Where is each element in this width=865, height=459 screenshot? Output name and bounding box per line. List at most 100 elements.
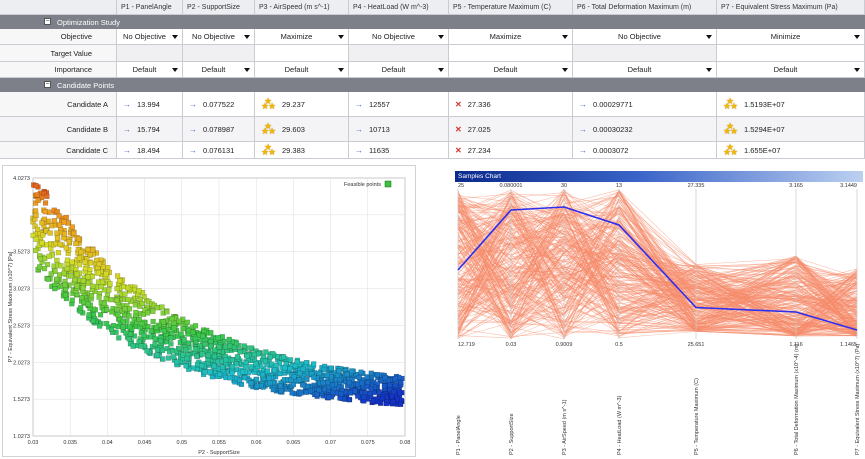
dropdown-objective-row-4[interactable]: No Objective xyxy=(349,29,449,45)
scatter-point xyxy=(42,200,49,206)
scatter-point xyxy=(277,383,284,389)
dropdown-objective-row-2[interactable]: No Objective xyxy=(183,29,255,45)
dropdown-objective-row-5[interactable]: Maximize xyxy=(449,29,573,45)
dropdown-importance-row-2[interactable]: Default xyxy=(183,62,255,78)
scatter-point xyxy=(194,353,200,359)
dropdown-importance-row-6[interactable]: Default xyxy=(573,62,717,78)
scatter-point xyxy=(80,285,86,291)
chevron-down-icon[interactable] xyxy=(854,34,860,39)
scatter-point xyxy=(90,247,96,253)
dropdown-importance-row-5[interactable]: Default xyxy=(449,62,573,78)
scatter-point xyxy=(61,231,68,237)
chevron-down-icon[interactable] xyxy=(562,67,568,72)
scatter-point xyxy=(127,324,133,330)
optimization-study-title: Optimization Study xyxy=(57,17,120,27)
scatter-point xyxy=(328,365,334,371)
scatter-point xyxy=(168,341,174,347)
collapse-icon[interactable]: − xyxy=(44,81,51,88)
dropdown-importance-row-4[interactable]: Default xyxy=(349,62,449,78)
scatter-point xyxy=(139,300,145,307)
scatter-point xyxy=(33,247,39,254)
scatter-point xyxy=(243,364,249,370)
target-value-cell[interactable] xyxy=(449,45,573,62)
scatter-point xyxy=(76,262,83,268)
scatter-point xyxy=(109,309,115,315)
column-header-label: P4 - HeatLoad (W m^-3) xyxy=(353,3,429,11)
column-header-7[interactable]: P7 - Equivalent Stress Maximum (Pa) xyxy=(717,0,865,15)
scatter-point xyxy=(346,380,352,386)
candidate-points-title: Candidate Points xyxy=(57,80,115,90)
chevron-down-icon[interactable] xyxy=(706,67,712,72)
candidate-value-cell: ★ ★ ★ 1.655E+07 xyxy=(717,142,865,159)
row-label-text: Importance xyxy=(54,65,92,74)
column-header-4[interactable]: P4 - HeatLoad (W m^-3) xyxy=(349,0,449,15)
dropdown-objective-row-7[interactable]: Minimize xyxy=(717,29,865,45)
column-header-1[interactable]: P1 - PanelAngle xyxy=(117,0,183,15)
scatter-point xyxy=(136,288,142,294)
column-header-label: P6 - Total Deformation Maximum (m) xyxy=(577,3,692,11)
collapse-icon[interactable]: − xyxy=(44,18,51,25)
candidate-name[interactable]: Candidate A xyxy=(0,92,117,117)
scatter-point xyxy=(229,357,236,363)
scatter-point xyxy=(116,335,122,341)
scatter-point xyxy=(54,230,60,236)
chevron-down-icon[interactable] xyxy=(438,67,444,72)
tradeoff-scatter-chart[interactable]: 0.03 0.035 0.04 0.045 0.05 0.055 0.06 0.065 0.07… xyxy=(2,165,416,457)
chevron-down-icon[interactable] xyxy=(438,34,444,39)
scatter-point xyxy=(165,355,172,361)
scatter-point xyxy=(42,208,48,215)
axis-name-label: P6 - Total Deformation Maximum (x10^-4) … xyxy=(794,344,800,455)
candidate-name[interactable]: Candidate B xyxy=(0,117,117,142)
scatter-point xyxy=(99,279,106,285)
scatter-point xyxy=(164,309,170,315)
x-mark-icon: ✕ xyxy=(455,124,462,134)
dropdown-value: Default xyxy=(493,65,518,74)
chevron-down-icon[interactable] xyxy=(562,34,568,39)
dropdown-importance-row-3[interactable]: Default xyxy=(255,62,349,78)
target-value-cell[interactable] xyxy=(717,45,865,62)
chevron-down-icon[interactable] xyxy=(172,34,178,39)
chevron-down-icon[interactable] xyxy=(244,34,250,39)
chevron-down-icon[interactable] xyxy=(706,34,712,39)
dropdown-value: No Objective xyxy=(372,32,415,41)
scatter-point xyxy=(86,312,92,318)
axis-name-label: P4 - HeatLoad (W m^-3) xyxy=(617,395,623,455)
chevron-down-icon[interactable] xyxy=(244,67,250,72)
candidate-value: 0.076131 xyxy=(203,145,235,155)
column-header-6[interactable]: P6 - Total Deformation Maximum (m) xyxy=(573,0,717,15)
axis-name-label: P3 - AirSpeed (m s^-1) xyxy=(562,399,568,455)
target-value-cell xyxy=(573,45,717,62)
scatter-point xyxy=(267,380,273,386)
scatter-point xyxy=(120,324,126,330)
scatter-point xyxy=(55,250,62,256)
column-header-label: P3 - AirSpeed (m s^-1) xyxy=(259,3,330,11)
candidate-name[interactable]: Candidate C xyxy=(0,142,117,159)
chevron-down-icon[interactable] xyxy=(854,67,860,72)
dropdown-objective-row-6[interactable]: No Objective xyxy=(573,29,717,45)
dropdown-importance-row-1[interactable]: Default xyxy=(117,62,183,78)
samples-chart-panel[interactable]: 25 12.719 P1 - PanelAngle 0.080001 0.03 P2 - … xyxy=(455,171,863,457)
target-value-cell xyxy=(183,45,255,62)
scatter-point xyxy=(63,245,69,251)
chevron-down-icon[interactable] xyxy=(338,34,344,39)
target-value-cell[interactable] xyxy=(255,45,349,62)
scatter-point xyxy=(117,278,123,284)
scatter-point xyxy=(229,370,235,376)
scatter-point xyxy=(132,302,138,308)
scatter-point xyxy=(325,379,331,386)
chevron-down-icon[interactable] xyxy=(338,67,344,72)
column-header-5[interactable]: P5 - Temperature Maximum (C) xyxy=(449,0,573,15)
dropdown-importance-row-7[interactable]: Default xyxy=(717,62,865,78)
scatter-point xyxy=(37,264,43,270)
scatter-point xyxy=(398,379,404,386)
column-header-3[interactable]: P3 - AirSpeed (m s^-1) xyxy=(255,0,349,15)
scatter-point xyxy=(103,295,109,302)
dropdown-objective-row-1[interactable]: No Objective xyxy=(117,29,183,45)
scatter-point xyxy=(260,353,267,360)
column-header-2[interactable]: P2 - SupportSize xyxy=(183,0,255,15)
objective-row: Objective No Objective No Objective Maximiz… xyxy=(0,29,865,45)
chevron-down-icon[interactable] xyxy=(172,67,178,72)
scatter-point xyxy=(266,375,272,381)
dropdown-objective-row-3[interactable]: Maximize xyxy=(255,29,349,45)
scatter-point xyxy=(208,330,214,336)
